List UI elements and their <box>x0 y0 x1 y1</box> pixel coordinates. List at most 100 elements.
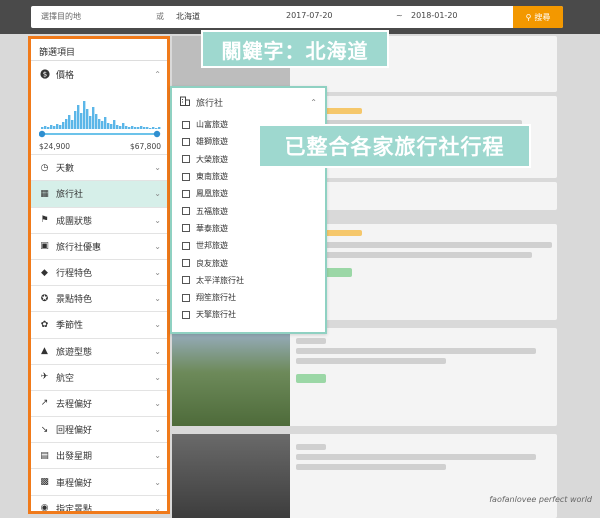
search-button[interactable]: ⚲ 搜尋 <box>513 6 563 28</box>
search-icon: ⚲ <box>525 12 532 22</box>
result-card[interactable] <box>172 434 557 518</box>
filter-item[interactable]: ▣ 旅行社優惠 ⌄ <box>31 234 167 260</box>
filter-item[interactable]: ◆ 行程特色 ⌄ <box>31 260 167 287</box>
top-bar: 選擇目的地 或 北海道 2017-07-20 ~ 2018-01-20 ⚲ 搜尋 <box>0 0 600 34</box>
filter-item[interactable]: ◉ 指定景點 ⌄ <box>31 496 167 514</box>
agency-option[interactable]: 天擎旅行社 <box>172 306 325 323</box>
histogram-bar <box>146 127 149 130</box>
agency-option-label: 太平洋旅行社 <box>196 275 244 285</box>
price-min: $24,900 <box>39 142 71 152</box>
destination-select[interactable]: 選擇目的地 <box>41 11 81 22</box>
agency-option[interactable]: 華泰旅遊 <box>172 220 325 237</box>
checkbox[interactable] <box>182 293 190 302</box>
chevron-up-icon: ⌃ <box>154 69 161 79</box>
result-card[interactable] <box>172 328 557 426</box>
checkbox[interactable] <box>182 120 190 129</box>
filter-item-label: 季節性 <box>56 321 84 332</box>
histogram-bar <box>65 119 68 130</box>
chevron-up-icon: ⌃ <box>310 97 317 107</box>
histogram-bar <box>107 123 110 130</box>
price-slider-track[interactable] <box>41 133 159 136</box>
filter-list: ◷ 天數 ⌄ ▦ 旅行社 ⌄ ⚑ 成團狀態 ⌄ ▣ 旅行社優惠 ⌄ ◆ 行程特色 ⌄ ✪ 景點特色 ⌄ ✿ 季節性 ⌄ ▲… <box>31 155 167 514</box>
agency-option[interactable]: 太平洋旅行社 <box>172 272 325 289</box>
histogram-bar <box>155 128 158 130</box>
filter-item[interactable]: ✪ 景點特色 ⌄ <box>31 286 167 313</box>
filter-item[interactable]: ↘ 回程偏好 ⌄ <box>31 417 167 444</box>
agency-option[interactable]: 鳳凰旅遊 <box>172 185 325 202</box>
checkbox[interactable] <box>182 155 190 164</box>
filter-item-label: 旅遊型態 <box>56 347 93 358</box>
checkbox[interactable] <box>182 137 190 146</box>
checkbox[interactable] <box>182 189 190 198</box>
checkbox[interactable] <box>182 172 190 181</box>
histogram-bar <box>116 125 119 130</box>
checkbox[interactable] <box>182 259 190 268</box>
agency-option[interactable]: 良友旅遊 <box>172 254 325 271</box>
histogram-bar <box>158 127 161 130</box>
chevron-down-icon: ⌄ <box>154 241 161 251</box>
filter-item[interactable]: ◷ 天數 ⌄ <box>31 155 167 182</box>
checkbox[interactable] <box>182 276 190 285</box>
agency-option[interactable]: 東南旅遊 <box>172 168 325 185</box>
filter-item[interactable]: ⚑ 成團狀態 ⌄ <box>31 208 167 234</box>
agency-dropdown-header[interactable]: 旅行社 ⌃ <box>172 88 325 116</box>
agency-option-label: 翔笙旅行社 <box>196 293 236 303</box>
histogram-bar <box>134 127 137 130</box>
filter-sidebar: 篩選項目 $ 價格 ⌃ $24,900 $67,800 ◷ 天數 ⌄ ▦ 旅行社 ⌄ ⚑ 成團… <box>28 36 170 514</box>
price-slider-handle[interactable] <box>39 130 46 138</box>
end-date-input[interactable]: 2018-01-20 <box>411 11 458 20</box>
histogram-bar <box>152 127 155 130</box>
histogram-bar <box>71 120 74 130</box>
checkbox[interactable] <box>182 241 190 250</box>
agency-option[interactable]: 五福旅遊 <box>172 202 325 219</box>
histogram-bar <box>140 126 143 130</box>
agency-option[interactable]: 翔笙旅行社 <box>172 289 325 306</box>
histogram-bar <box>110 124 113 130</box>
chevron-down-icon: ⌄ <box>154 372 161 382</box>
checkbox[interactable] <box>182 224 190 233</box>
chevron-down-icon: ⌄ <box>154 425 161 435</box>
price-slider-handle[interactable] <box>153 130 161 138</box>
filter-item[interactable]: ✿ 季節性 ⌄ <box>31 312 167 339</box>
histogram-bar <box>59 125 62 130</box>
filter-item[interactable]: ▩ 車程偏好 ⌄ <box>31 469 167 496</box>
agency-dropdown-title: 旅行社 <box>196 98 224 109</box>
checkbox[interactable] <box>182 207 190 216</box>
start-date-input[interactable]: 2017-07-20 <box>286 11 333 20</box>
chevron-down-icon: ⌄ <box>154 346 161 356</box>
filter-item[interactable]: ↗ 去程偏好 ⌄ <box>31 391 167 418</box>
filter-item[interactable]: ▲ 旅遊型態 ⌄ <box>31 339 167 365</box>
agency-option-label: 山富旅遊 <box>196 120 228 130</box>
price-max: $67,800 <box>129 142 161 152</box>
flower-icon: ✿ <box>40 319 49 330</box>
agency-option-label: 鳳凰旅遊 <box>196 189 228 199</box>
keyword-callout: 關鍵字：北海道 <box>201 30 389 68</box>
voucher-icon: ▣ <box>40 241 49 252</box>
filter-item-label: 回程偏好 <box>56 426 93 437</box>
filter-item[interactable]: ✈ 航空 ⌄ <box>31 365 167 391</box>
filter-item-label: 航空 <box>56 373 75 384</box>
agency-callout: 已整合各家旅行社行程 <box>258 124 531 168</box>
filter-item[interactable]: ▦ 旅行社 ⌄ <box>31 181 167 208</box>
filter-item-label: 景點特色 <box>56 295 93 306</box>
keyword-input[interactable]: 北海道 <box>176 11 200 22</box>
histogram-bar <box>77 105 80 130</box>
agency-option[interactable]: 世邦旅遊 <box>172 237 325 254</box>
histogram-bar <box>131 126 134 130</box>
histogram-bar <box>47 127 50 130</box>
histogram-bar <box>50 125 53 130</box>
checkbox[interactable] <box>182 310 190 319</box>
agency-option-label: 五福旅遊 <box>196 206 228 216</box>
date-separator: ~ <box>396 11 403 20</box>
price-histogram[interactable]: $24,900 $67,800 <box>31 87 167 156</box>
plane-icon: ✈ <box>40 372 49 383</box>
filter-item-label: 旅行社 <box>56 190 84 201</box>
chevron-down-icon: ⌄ <box>154 320 161 330</box>
filter-item[interactable]: ▤ 出發星期 ⌄ <box>31 443 167 470</box>
chevron-down-icon: ⌄ <box>154 163 161 173</box>
or-label: 或 <box>156 12 164 21</box>
filter-item-label: 指定景點 <box>56 504 93 514</box>
histogram-bar <box>149 128 152 130</box>
histogram-bar <box>104 117 107 130</box>
filter-price[interactable]: $ 價格 ⌃ <box>31 61 167 87</box>
